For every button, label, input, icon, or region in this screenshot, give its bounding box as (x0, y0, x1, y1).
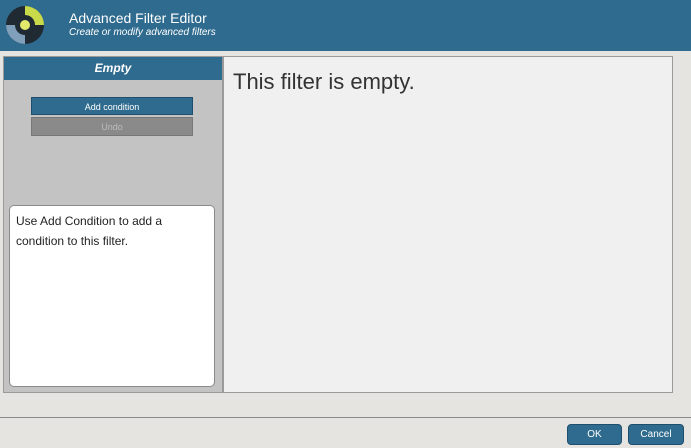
undo-button[interactable]: Undo (31, 117, 193, 136)
cancel-button[interactable]: Cancel (628, 424, 684, 445)
ok-button[interactable]: OK (567, 424, 622, 445)
dialog-header: Advanced Filter Editor Create or modify … (0, 0, 691, 51)
target-logo-icon (6, 6, 44, 44)
filter-status-header: Empty (4, 57, 222, 80)
empty-filter-message: This filter is empty. (233, 69, 415, 94)
hint-text-box: Use Add Condition to add a condition to … (9, 205, 215, 387)
filter-content-panel: This filter is empty. (223, 56, 673, 393)
condition-panel: Empty Add condition Undo Use Add Conditi… (3, 56, 223, 393)
dialog-title: Advanced Filter Editor (69, 10, 207, 26)
dialog-subtitle: Create or modify advanced filters (69, 27, 216, 38)
add-condition-button[interactable]: Add condition (31, 97, 193, 115)
